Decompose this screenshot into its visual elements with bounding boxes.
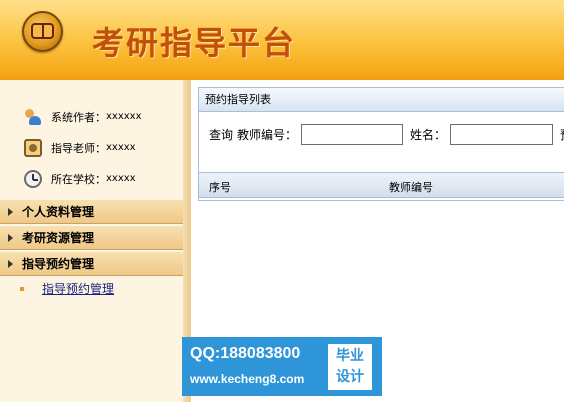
user-info: 系统作者： xxxxxx 指导老师： xxxxx 所在学校： xxxxx <box>24 101 142 194</box>
school-value: xxxxx <box>106 173 136 184</box>
column-header-teacher-id: 教师编号 <box>389 181 433 194</box>
users-icon <box>24 108 42 126</box>
author-row: 系统作者： xxxxxx <box>24 101 142 132</box>
menu-item-label: 指导预约管理 <box>22 257 95 271</box>
submenu-item-appointments: 指导预约管理 <box>20 280 114 297</box>
arrow-right-icon <box>8 260 13 268</box>
watermark-banner: QQ:188083800 www.kecheng8.com 毕业 设计 <box>182 337 382 396</box>
submenu-link[interactable]: 指导预约管理 <box>42 280 114 297</box>
teacher-icon <box>24 138 42 157</box>
arrow-right-icon <box>8 234 13 242</box>
school-label: 所在学校： <box>51 172 106 186</box>
column-header-index: 序号 <box>209 181 231 194</box>
menu-item-label: 考研资源管理 <box>22 231 95 245</box>
teacher-value: xxxxx <box>106 142 136 153</box>
appointment-panel: 预约指导列表 查询 教师编号： 姓名： 预 序号 教师编号 <box>198 87 564 201</box>
table-header: 序号 教师编号 <box>199 172 564 198</box>
name-input[interactable] <box>450 124 554 145</box>
menu-item-appointments[interactable]: 指导预约管理 <box>0 252 183 276</box>
header-banner: 考研指导平台 <box>0 0 564 78</box>
bullet-icon <box>20 286 24 291</box>
watermark-qq: QQ:188083800 <box>190 345 301 362</box>
teacher-label: 指导老师： <box>51 141 106 155</box>
logo-icon <box>22 11 63 52</box>
teacher-row: 指导老师： xxxxx <box>24 132 142 163</box>
clock-icon <box>24 169 42 188</box>
watermark-badge-line1: 毕业 <box>336 348 364 364</box>
school-row: 所在学校： xxxxx <box>24 163 142 194</box>
teacher-id-label: 教师编号： <box>237 128 298 142</box>
name-label: 姓名： <box>410 128 447 142</box>
sidebar-menu: 个人资料管理 考研资源管理 指导预约管理 <box>0 200 183 278</box>
menu-item-profile[interactable]: 个人资料管理 <box>0 200 183 224</box>
search-bar: 查询 教师编号： 姓名： 预 <box>209 124 564 145</box>
watermark-url: www.kecheng8.com <box>190 372 305 386</box>
author-label: 系统作者： <box>51 110 106 124</box>
app-title: 考研指导平台 <box>92 24 297 62</box>
teacher-id-input[interactable] <box>301 124 404 145</box>
watermark-badge: 毕业 设计 <box>328 344 372 390</box>
menu-item-resources[interactable]: 考研资源管理 <box>0 226 183 250</box>
watermark-badge-line2: 设计 <box>336 369 364 385</box>
arrow-right-icon <box>8 208 13 216</box>
truncated-label: 预 <box>560 126 564 143</box>
author-value: xxxxxx <box>106 111 142 122</box>
panel-title: 预约指导列表 <box>199 88 564 112</box>
menu-item-label: 个人资料管理 <box>22 205 95 219</box>
query-label: 查询 <box>209 128 234 142</box>
